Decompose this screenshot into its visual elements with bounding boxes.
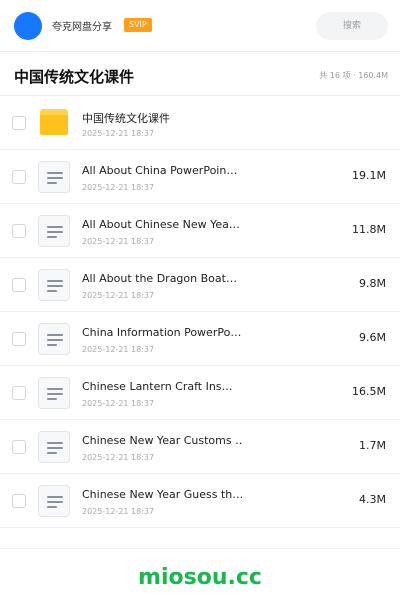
select-checkbox[interactable] — [12, 170, 26, 184]
file-name: Chinese New Year Customs … — [82, 434, 242, 447]
file-size: 9.6M — [359, 331, 386, 344]
file-name: All About China PowerPoin… — [82, 164, 238, 177]
search-button[interactable]: 搜索 — [316, 12, 388, 40]
user-name[interactable]: 夸克网盘分享 — [52, 18, 112, 33]
document-icon — [38, 377, 70, 409]
list-item[interactable]: Chinese Lantern Craft Ins… 2025-12-21 18… — [0, 366, 400, 420]
file-date: 2025-12-21 18:37 — [82, 507, 155, 516]
file-date: 2025-12-21 18:37 — [82, 183, 155, 192]
file-name: Chinese Lantern Craft Ins… — [82, 380, 233, 393]
file-size: 9.8M — [359, 277, 386, 290]
file-date: 2025-12-21 18:37 — [82, 291, 155, 300]
document-icon — [38, 269, 70, 301]
file-size: 19.1M — [352, 169, 386, 182]
file-date: 2025-12-21 18:37 — [82, 129, 155, 138]
list-item[interactable]: Chinese New Year Guess th… 2025-12-21 18… — [0, 474, 400, 528]
file-size: 1.7M — [359, 439, 386, 452]
svip-badge: SVIP — [124, 18, 152, 32]
file-size: 16.5M — [352, 385, 386, 398]
app-header: 夸克网盘分享 SVIP 搜索 — [0, 0, 400, 52]
file-name: All About Chinese New Yea… — [82, 218, 240, 231]
list-item[interactable]: All About the Dragon Boat… 2025-12-21 18… — [0, 258, 400, 312]
select-checkbox[interactable] — [12, 386, 26, 400]
folder-title-bar: 中国传统文化课件 共 16 项 · 160.4M — [0, 52, 400, 96]
select-checkbox[interactable] — [12, 116, 26, 130]
document-icon — [38, 323, 70, 355]
document-icon — [38, 161, 70, 193]
folder-icon — [40, 109, 68, 135]
select-checkbox[interactable] — [12, 494, 26, 508]
footer: miosou.cc — [0, 548, 400, 600]
file-date: 2025-12-21 18:37 — [82, 345, 155, 354]
avatar[interactable] — [14, 12, 42, 40]
select-checkbox[interactable] — [12, 332, 26, 346]
file-date: 2025-12-21 18:37 — [82, 453, 155, 462]
list-item[interactable]: All About Chinese New Yea… 2025-12-21 18… — [0, 204, 400, 258]
select-checkbox[interactable] — [12, 224, 26, 238]
list-item[interactable]: 中国传统文化课件 2025-12-21 18:37 — [0, 96, 400, 150]
select-checkbox[interactable] — [12, 278, 26, 292]
file-name: 中国传统文化课件 — [82, 112, 170, 125]
file-size: 4.3M — [359, 493, 386, 506]
document-icon — [38, 215, 70, 247]
file-date: 2025-12-21 18:37 — [82, 237, 155, 246]
list-item[interactable]: All About China PowerPoin… 2025-12-21 18… — [0, 150, 400, 204]
document-icon — [38, 431, 70, 463]
file-name: China Information PowerPo… — [82, 326, 242, 339]
select-checkbox[interactable] — [12, 440, 26, 454]
list-item[interactable]: China Information PowerPo… 2025-12-21 18… — [0, 312, 400, 366]
file-list: 中国传统文化课件 2025-12-21 18:37 All About Chin… — [0, 96, 400, 528]
site-watermark: miosou.cc — [138, 565, 262, 590]
list-item[interactable]: Chinese New Year Customs … 2025-12-21 18… — [0, 420, 400, 474]
file-name: All About the Dragon Boat… — [82, 272, 237, 285]
file-size: 11.8M — [352, 223, 386, 236]
page-title: 中国传统文化课件 — [14, 68, 135, 86]
file-name: Chinese New Year Guess th… — [82, 488, 242, 501]
file-date: 2025-12-21 18:37 — [82, 399, 155, 408]
file-count-summary: 共 16 项 · 160.4M — [319, 71, 388, 80]
document-icon — [38, 485, 70, 517]
